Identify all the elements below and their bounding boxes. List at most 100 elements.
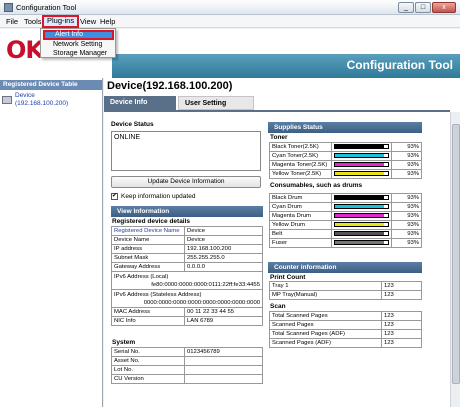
menu-tools[interactable]: Tools xyxy=(21,16,45,27)
close-button[interactable]: x xyxy=(432,2,456,13)
table-row: Registered Device Name Device xyxy=(111,226,263,236)
table-cell: Device xyxy=(184,226,263,236)
title-bar: Configuration Tool xyxy=(112,54,460,78)
supply-percent: 93% xyxy=(391,193,422,203)
menu-item-storage-manager[interactable]: Storage Manager xyxy=(43,49,114,58)
supply-level-cell xyxy=(331,220,392,230)
supply-row: Cyan Drum 93% xyxy=(269,202,422,212)
device-list-label: Device (192.168.100.200) xyxy=(15,92,68,108)
update-device-info-button[interactable]: Update Device Information xyxy=(111,176,261,188)
supply-level-bar xyxy=(334,212,389,218)
supply-name: Cyan Drum xyxy=(269,202,332,212)
supply-level-bar xyxy=(334,152,389,158)
table-row: IP address 192.168.100.200 xyxy=(111,244,263,254)
vertical-scrollbar[interactable] xyxy=(450,112,460,407)
table-cell: Device Name xyxy=(111,235,185,245)
supply-level-fill xyxy=(335,213,385,217)
tab-device-info[interactable]: Device Info xyxy=(104,96,176,110)
table-cell: Device xyxy=(184,235,263,245)
menu-file[interactable]: File xyxy=(3,16,21,27)
supply-row: Magenta Toner(2.5K) 93% xyxy=(269,160,422,170)
table-cell: Scanned Pages (ADF) xyxy=(269,338,382,348)
supply-percent: 93% xyxy=(391,142,422,152)
supply-name: Fuser xyxy=(269,238,332,248)
device-list-item[interactable]: Device (192.168.100.200) xyxy=(2,92,101,110)
supply-percent: 93% xyxy=(391,202,422,212)
table-row: Tray 1 123 xyxy=(269,281,422,291)
supply-level-bar xyxy=(334,161,389,167)
table-row: Asset No. xyxy=(111,356,263,366)
supply-level-cell xyxy=(331,238,392,248)
table-row: Scanned Pages (ADF) 123 xyxy=(269,338,422,348)
app-icon xyxy=(4,3,13,12)
table-cell: 192.168.100.200 xyxy=(184,244,263,254)
supply-level-fill xyxy=(335,231,385,235)
table-cell: 0.0.0.0 xyxy=(184,262,263,272)
menubar: File Tools Plug-ins View Help xyxy=(0,15,460,28)
table-cell: Total Scanned Pages xyxy=(269,311,382,321)
table-cell: IPv6 Address (Stateless Address) 0000:000… xyxy=(111,289,263,308)
table-row: Lot No. xyxy=(111,365,263,375)
tab-underline xyxy=(104,110,450,112)
supply-percent: 93% xyxy=(391,229,422,239)
supply-level-fill xyxy=(335,222,385,226)
supply-name: Magenta Drum xyxy=(269,211,332,221)
device-status-text: ONLINE xyxy=(114,134,141,141)
menu-help[interactable]: Help xyxy=(97,16,118,27)
menu-plugins[interactable]: Plug-ins xyxy=(42,15,80,28)
supply-level-bar xyxy=(334,170,389,176)
menu-item-network-setting[interactable]: Network Setting xyxy=(43,40,114,49)
supply-row: Yellow Drum 93% xyxy=(269,220,422,230)
consumables-heading: Consumables, such as drums xyxy=(270,182,363,189)
ipv6-local-value: fe80:0000:0000:0000:0111:22ff:fe33:4455 xyxy=(151,281,260,288)
supply-level-cell xyxy=(331,193,392,203)
table-cell: IP address xyxy=(111,244,185,254)
table-row: Total Scanned Pages (ADF) 123 xyxy=(269,329,422,339)
plugins-dropdown: Alert Info Network Setting Storage Manag… xyxy=(40,28,116,58)
supply-name: Magenta Toner(2.5K) xyxy=(269,160,332,170)
minimize-button[interactable]: _ xyxy=(398,2,414,13)
menu-item-alert-info[interactable]: Alert Info xyxy=(43,30,114,40)
supply-level-cell xyxy=(331,151,392,161)
table-cell xyxy=(184,365,263,375)
table-cell: 123 xyxy=(381,290,422,300)
device-details-table: Registered Device Name Device Device Name… xyxy=(111,226,263,326)
ipv6-local-label: IPv6 Address (Local) xyxy=(114,273,169,280)
supply-level-fill xyxy=(335,240,385,244)
device-status-box: ONLINE xyxy=(111,131,261,171)
table-cell: 00 11 22 33 44 55 xyxy=(184,307,263,317)
scan-heading: Scan xyxy=(270,303,286,310)
table-cell: Total Scanned Pages (ADF) xyxy=(269,329,382,339)
supply-level-fill xyxy=(335,153,385,157)
registered-name-link[interactable]: Registered Device Name xyxy=(111,226,185,236)
supply-name: Black Toner(2.5K) xyxy=(269,142,332,152)
device-table-header: Registered Device Table xyxy=(0,80,102,90)
tab-user-setting[interactable]: User Setting xyxy=(178,96,254,110)
table-row: IPv6 Address (Local) fe80:0000:0000:0000:… xyxy=(111,271,263,290)
ipv6-stateless-label: IPv6 Address (Stateless Address) xyxy=(114,291,202,298)
keep-updated-checkbox[interactable]: ✔ xyxy=(111,193,118,200)
table-cell: 123 xyxy=(381,338,422,348)
drum-rows: Black Drum 93% Cyan Drum 93% Magenta Drum 93%… xyxy=(269,193,422,248)
view-info-header: View Information xyxy=(111,206,263,217)
scrollbar-thumb[interactable] xyxy=(452,124,460,384)
table-cell: Subnet Mask xyxy=(111,253,185,263)
supply-row: Black Toner(2.5K) 93% xyxy=(269,142,422,152)
table-row: Total Scanned Pages 123 xyxy=(269,311,422,321)
device-name: Device xyxy=(15,92,35,99)
supply-level-cell xyxy=(331,169,392,179)
supply-level-fill xyxy=(335,171,385,175)
table-row: IPv6 Address (Stateless Address) 0000:000… xyxy=(111,289,263,308)
table-cell: 123 xyxy=(381,281,422,291)
system-table: Serial No. 0123456789 Asset No. Lot No. C… xyxy=(111,347,263,384)
system-heading: System xyxy=(112,339,136,346)
supply-name: Belt xyxy=(269,229,332,239)
table-row: CU Version xyxy=(111,374,263,384)
table-cell xyxy=(184,374,263,384)
maximize-button[interactable]: □ xyxy=(415,2,431,13)
print-count-table: Tray 1 123 MP Tray(Manual) 123 xyxy=(269,281,422,300)
menu-view[interactable]: View xyxy=(77,16,99,27)
table-cell: Tray 1 xyxy=(269,281,382,291)
table-row: MP Tray(Manual) 123 xyxy=(269,290,422,300)
table-cell: 123 xyxy=(381,311,422,321)
